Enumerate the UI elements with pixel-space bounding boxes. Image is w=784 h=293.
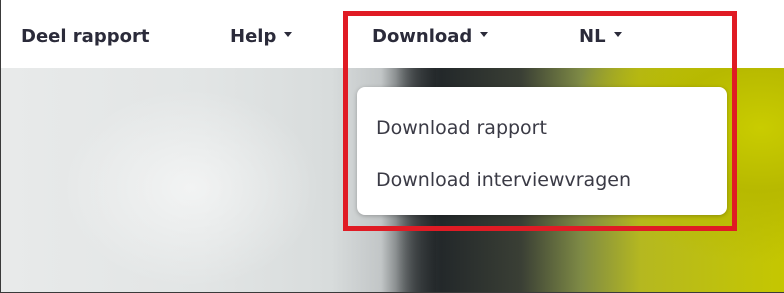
top-navbar: Deel rapport Help Download NL [1,0,784,68]
dropdown-item-label: Download rapport [376,117,547,139]
dropdown-item-download-report[interactable]: Download rapport [376,117,547,139]
nav-help-label: Help [230,26,277,47]
caret-down-icon [613,31,622,37]
caret-down-icon [284,31,293,37]
screenshot-frame: Deel rapport Help Download NL Download r… [0,0,784,293]
nav-share-report-link[interactable]: Deel rapport [21,26,149,47]
hero-glare [61,88,321,288]
nav-help-dropdown-toggle[interactable]: Help [230,26,293,47]
nav-download-label: Download [372,26,473,47]
download-dropdown-menu: Download rapport Download interviewvrage… [357,87,727,215]
nav-language-label: NL [579,26,606,47]
dropdown-item-label: Download interviewvragen [376,169,631,191]
nav-download-dropdown-toggle[interactable]: Download [372,26,489,47]
dropdown-item-download-interview-questions[interactable]: Download interviewvragen [376,169,631,191]
caret-down-icon [480,31,489,37]
nav-language-dropdown-toggle[interactable]: NL [579,26,622,47]
nav-share-report-label: Deel rapport [21,26,150,47]
